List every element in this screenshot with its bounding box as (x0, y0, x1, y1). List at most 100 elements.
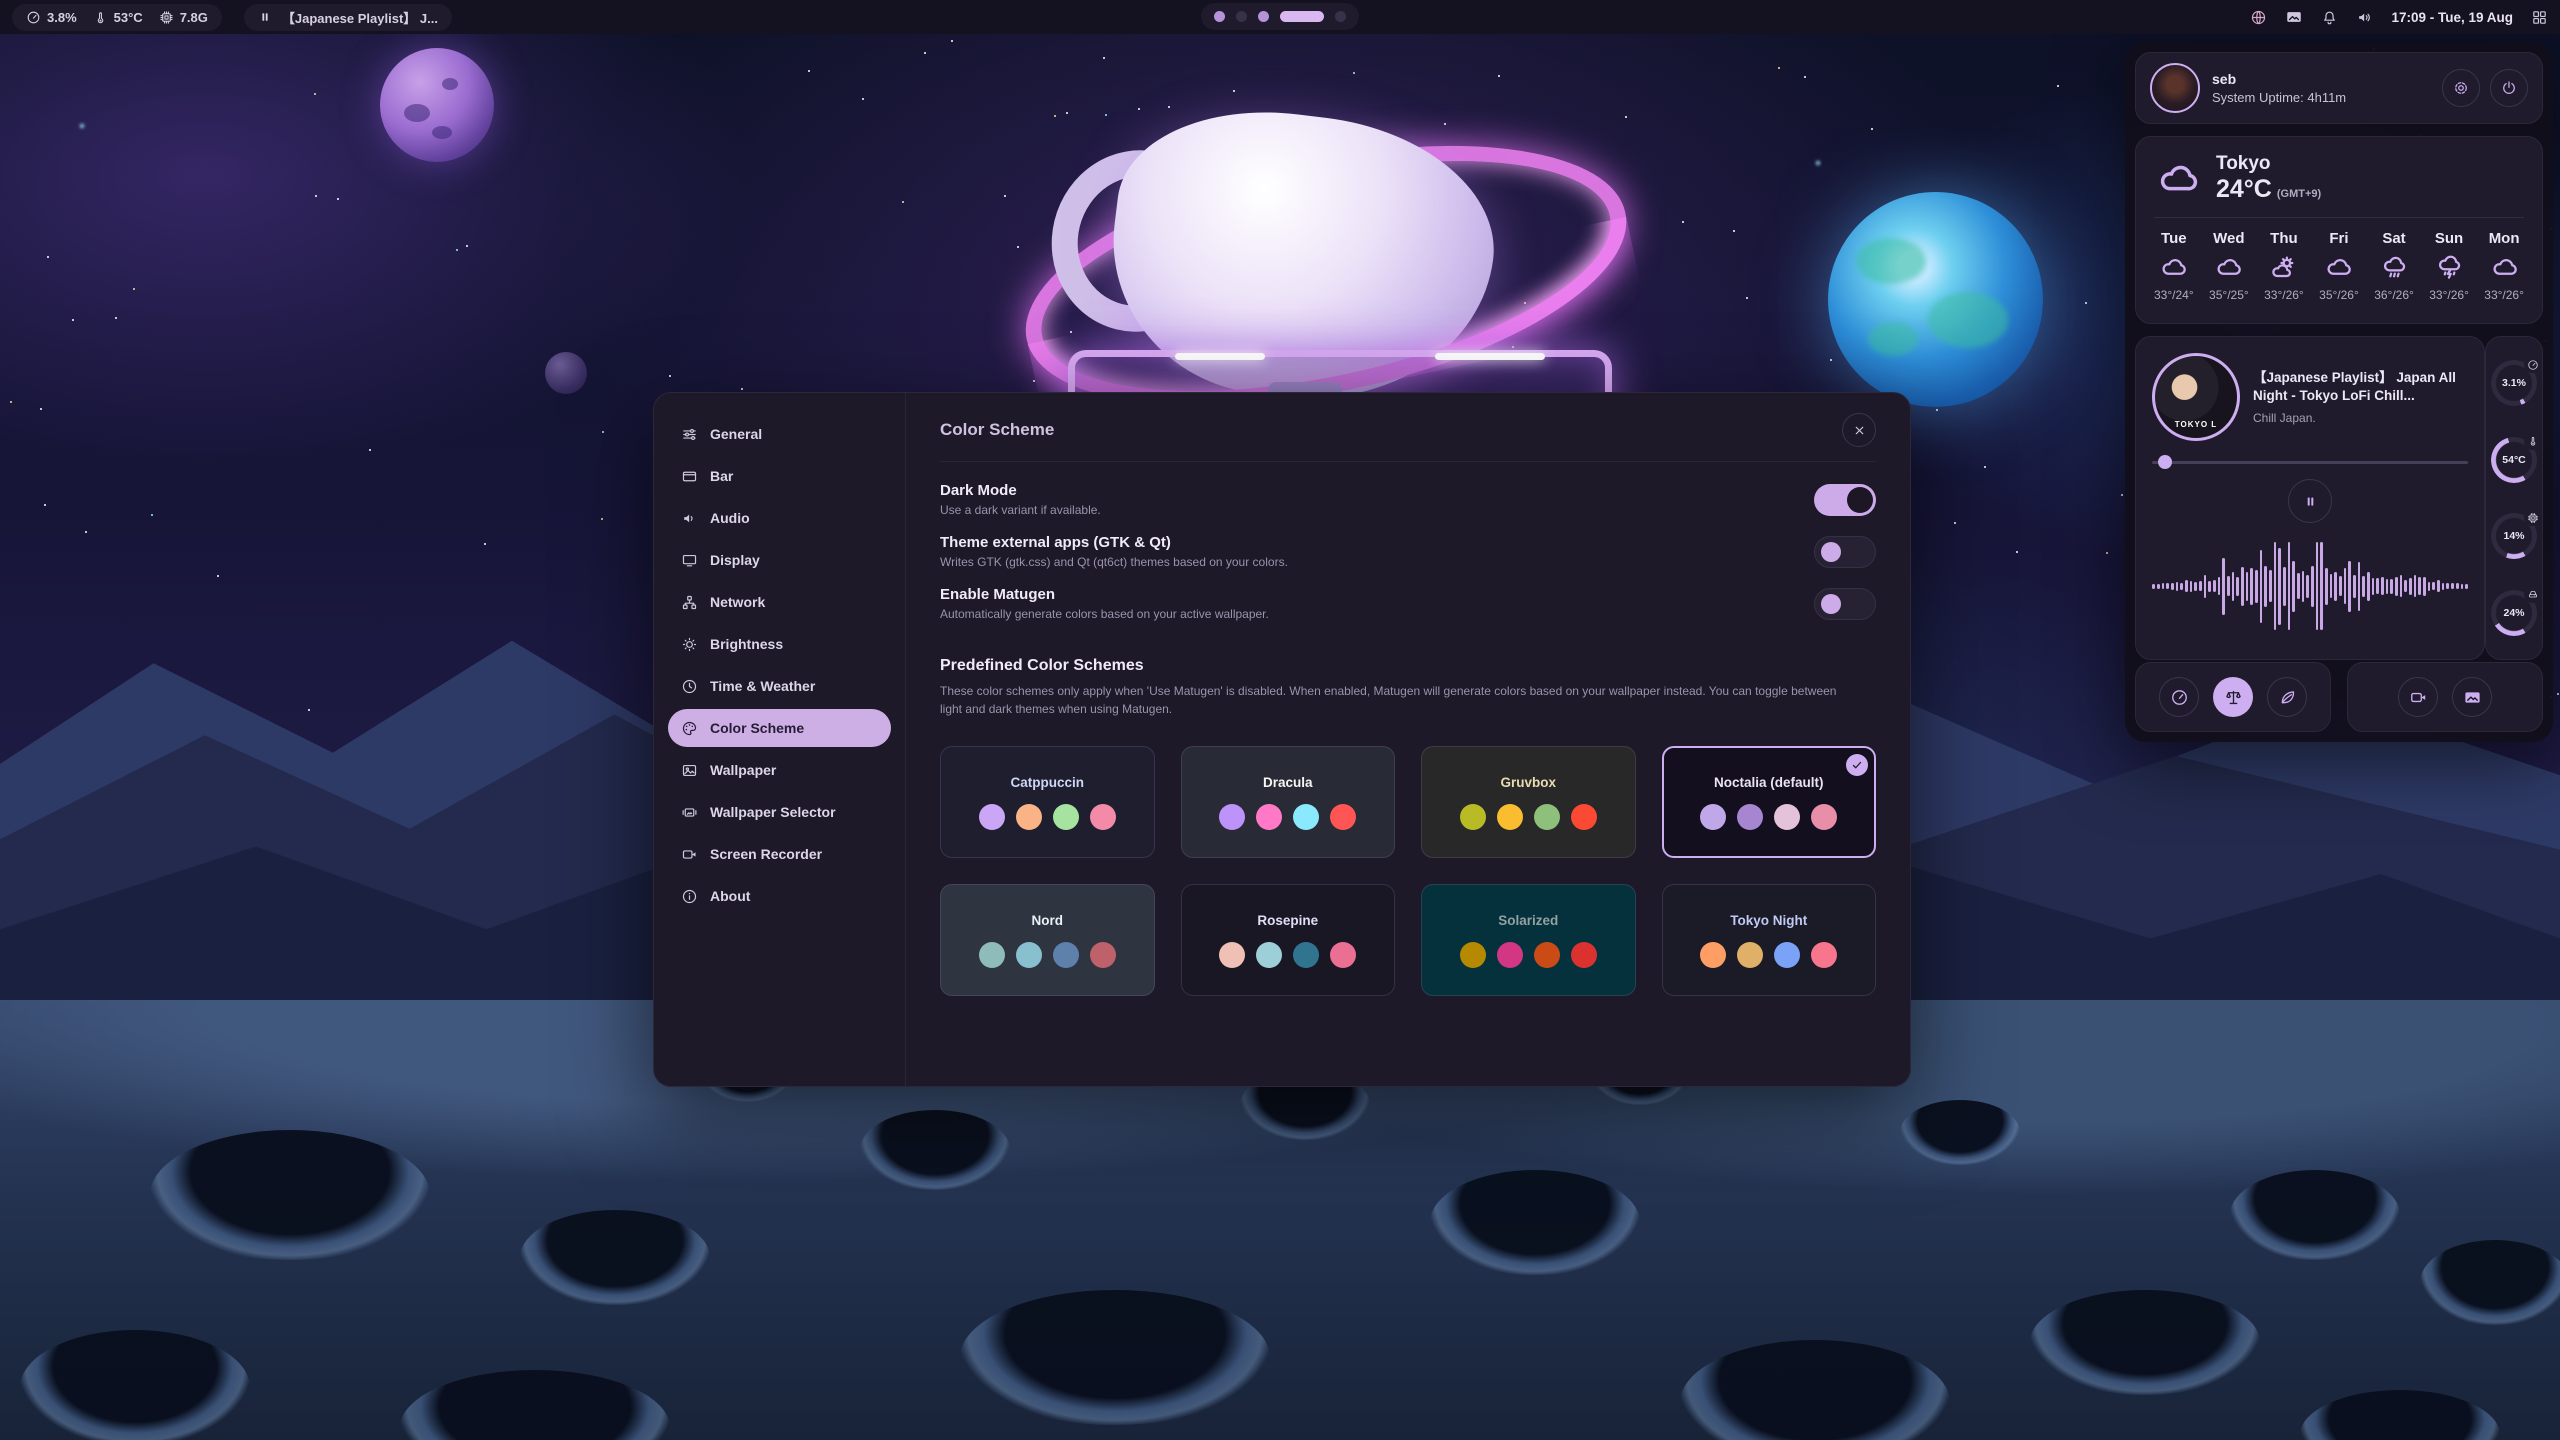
clock[interactable]: 17:09 - Tue, 19 Aug (2391, 10, 2513, 25)
wallpaper-button[interactable] (2452, 677, 2492, 717)
visualizer-bar (2381, 577, 2384, 595)
visualizer-bar (2423, 577, 2426, 596)
disk-icon (2527, 588, 2539, 600)
toggle-title: Enable Matugen (940, 586, 1269, 603)
forecast-day-name: Sat (2382, 230, 2405, 247)
workspace-dot-5[interactable] (1335, 11, 1346, 22)
scheme-name: Tokyo Night (1730, 913, 1807, 928)
visualizer-bar (2283, 567, 2286, 606)
color-swatch (1256, 942, 1282, 968)
sidebar-item-display[interactable]: Display (668, 541, 891, 579)
sidebar-item-bar[interactable]: Bar (668, 457, 891, 495)
wallpaper-icon[interactable] (2285, 8, 2303, 26)
video-icon (2409, 688, 2428, 707)
theme-external-apps-toggle[interactable] (1814, 536, 1876, 568)
close-button[interactable] (1842, 413, 1876, 447)
album-art: TOKYO L (2152, 353, 2240, 441)
crater (960, 1290, 1270, 1425)
gauge-button[interactable] (2159, 677, 2199, 717)
gauge-thermometer: 54°C (2491, 437, 2537, 483)
leaf-button[interactable] (2267, 677, 2307, 717)
scheme-card-tokyo-night[interactable]: Tokyo Night (1662, 884, 1877, 996)
color-swatch (1293, 942, 1319, 968)
system-uptime: System Uptime: 4h11m (2212, 90, 2346, 105)
sidebar-item-time-weather[interactable]: Time & Weather (668, 667, 891, 705)
sidebar-item-audio[interactable]: Audio (668, 499, 891, 537)
network-icon[interactable] (2250, 9, 2267, 26)
scales-button[interactable] (2213, 677, 2253, 717)
scheme-card-rosepine[interactable]: Rosepine (1181, 884, 1396, 996)
purple-planet (380, 48, 494, 162)
visualizer-bar (2288, 542, 2291, 630)
scheme-card-solarized[interactable]: Solarized (1421, 884, 1636, 996)
forecast-day-name: Sun (2435, 230, 2463, 247)
workspace-dot-1[interactable] (1214, 11, 1225, 22)
visualizer-bar (2162, 583, 2165, 589)
video-icon (681, 846, 698, 863)
pause-button[interactable] (2288, 479, 2332, 523)
visualizer-bar (2269, 570, 2272, 602)
visualizer-bar (2316, 542, 2319, 630)
sidebar-item-about[interactable]: About (668, 877, 891, 915)
volume-icon[interactable] (2356, 9, 2373, 26)
gauge-icon (26, 10, 41, 25)
sidebar-item-screen-recorder[interactable]: Screen Recorder (668, 835, 891, 873)
info-icon (681, 888, 698, 905)
visualizer-bar (2311, 566, 2314, 607)
scheme-card-noctalia-default-[interactable]: Noctalia (default) (1662, 746, 1877, 858)
forecast-day: Thu33°/26° (2264, 230, 2304, 302)
sidebar-item-color-scheme[interactable]: Color Scheme (668, 709, 891, 747)
scheme-card-nord[interactable]: Nord (940, 884, 1155, 996)
progress-slider[interactable] (2152, 455, 2468, 469)
scheme-name: Nord (1032, 913, 1064, 928)
cloud-icon (2491, 254, 2518, 281)
dark-mode-toggle[interactable] (1814, 484, 1876, 516)
weather-city: Tokyo (2216, 153, 2321, 175)
visualizer-bar (2446, 583, 2449, 589)
scheme-card-gruvbox[interactable]: Gruvbox (1421, 746, 1636, 858)
scheme-card-catppuccin[interactable]: Catppuccin (940, 746, 1155, 858)
cloud-icon (2160, 254, 2187, 281)
visualizer-bar (2166, 583, 2169, 589)
sidebar-item-wallpaper-selector[interactable]: Wallpaper Selector (668, 793, 891, 831)
scheme-swatches (1460, 942, 1597, 968)
pause-icon (2303, 494, 2318, 509)
color-swatch (1571, 804, 1597, 830)
visualizer-bar (2414, 575, 2417, 597)
clock-icon (681, 678, 698, 695)
visualizer-bar (2395, 577, 2398, 596)
visualizer-bar (2376, 578, 2379, 594)
visualizer-bar (2190, 581, 2193, 592)
workspace-dot-2[interactable] (1236, 11, 1247, 22)
sidebar-item-brightness[interactable]: Brightness (668, 625, 891, 663)
power-profile-card (2135, 662, 2331, 732)
scheme-card-dracula[interactable]: Dracula (1181, 746, 1396, 858)
forecast-temps: 36°/26° (2374, 288, 2414, 302)
gauge-icon (2527, 359, 2539, 371)
forecast-day: Fri35°/26° (2319, 230, 2359, 302)
workspace-dot-3[interactable] (1258, 11, 1269, 22)
settings-main: Color Scheme Dark Mode Use a dark varian… (906, 393, 1910, 1086)
visualizer-bar (2358, 562, 2361, 611)
sidebar-item-network[interactable]: Network (668, 583, 891, 621)
sidebar-item-wallpaper[interactable]: Wallpaper (668, 751, 891, 789)
widgets-icon[interactable] (2531, 9, 2548, 26)
pause-icon (258, 10, 272, 24)
progress-knob[interactable] (2158, 455, 2172, 469)
scheme-swatches (979, 804, 1116, 830)
bar-media-pill[interactable]: 【Japanese Playlist】 J... (244, 4, 452, 31)
bell-icon[interactable] (2321, 9, 2338, 26)
forecast-day: Tue33°/24° (2154, 230, 2194, 302)
track-artist: Chill Japan. (2253, 411, 2468, 425)
power-button[interactable] (2490, 69, 2528, 107)
user-name: seb (2212, 71, 2346, 87)
visualizer-bar (2344, 568, 2347, 604)
scheme-swatches (1700, 804, 1837, 830)
workspace-dot-4[interactable] (1280, 11, 1324, 22)
visualizer-bar (2386, 579, 2389, 594)
video-button[interactable] (2398, 677, 2438, 717)
sidebar-item-label: Brightness (710, 636, 783, 652)
sidebar-item-general[interactable]: General (668, 415, 891, 453)
enable-matugen-toggle[interactable] (1814, 588, 1876, 620)
settings-button[interactable] (2442, 69, 2480, 107)
